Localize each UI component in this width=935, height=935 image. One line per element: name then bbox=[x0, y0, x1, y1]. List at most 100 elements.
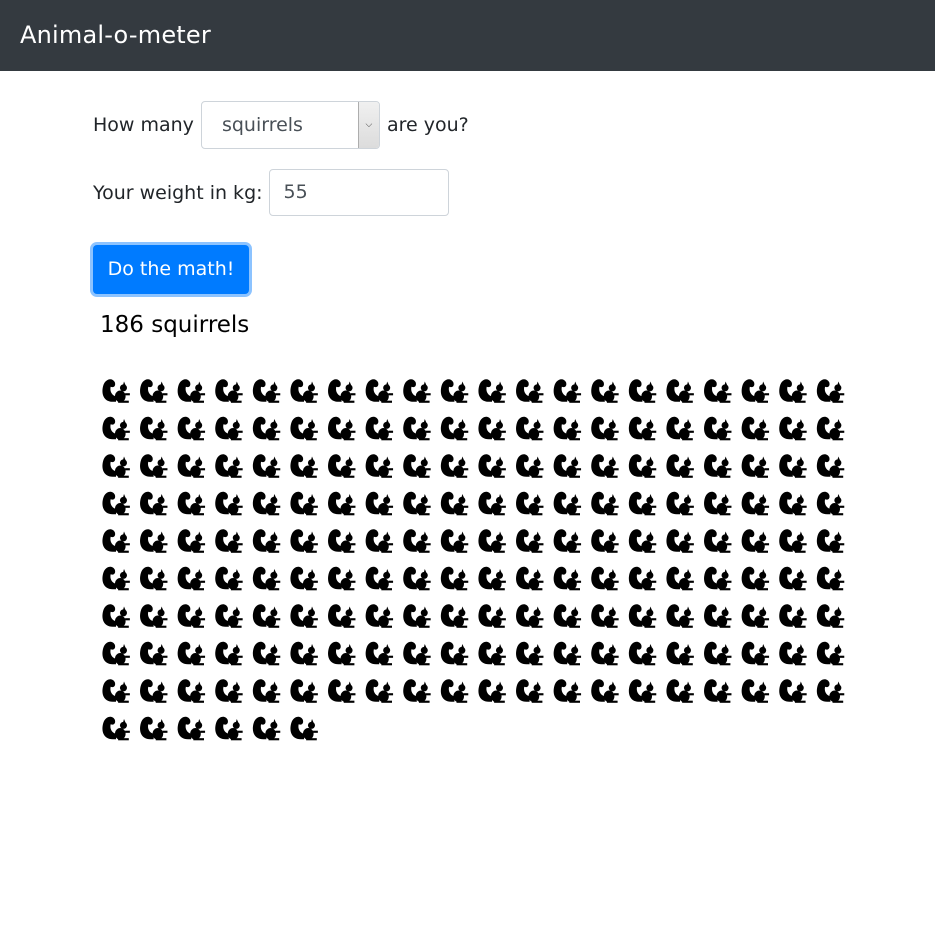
squirrel-icon bbox=[516, 604, 544, 628]
squirrel-icon bbox=[403, 641, 431, 666]
squirrel-icon bbox=[215, 716, 243, 741]
squirrel-icon bbox=[779, 679, 807, 703]
squirrel-icon bbox=[816, 454, 845, 478]
squirrel-icon bbox=[102, 716, 130, 741]
how-many-label: How many bbox=[93, 114, 194, 136]
squirrel-icon bbox=[290, 529, 318, 553]
squirrel-icon bbox=[741, 491, 770, 516]
squirrel-icon bbox=[328, 379, 356, 403]
squirrel-icon bbox=[591, 454, 619, 478]
squirrel-icon bbox=[704, 379, 732, 403]
squirrel-icon bbox=[704, 491, 732, 516]
squirrel-icon bbox=[816, 679, 845, 703]
squirrel-icon bbox=[140, 454, 168, 478]
squirrel-icon bbox=[365, 491, 394, 516]
squirrel-icon bbox=[516, 641, 544, 666]
do-the-math-button[interactable]: Do the math! bbox=[93, 245, 249, 294]
squirrel-grid bbox=[100, 374, 860, 754]
squirrel-icon bbox=[252, 604, 281, 628]
squirrel-icon bbox=[140, 491, 168, 516]
animal-select-value: squirrels bbox=[221, 114, 303, 136]
squirrel-icon bbox=[628, 566, 657, 591]
squirrel-icon bbox=[478, 491, 506, 516]
squirrel-icon bbox=[140, 379, 168, 403]
squirrel-icon bbox=[328, 604, 356, 628]
squirrel-icon bbox=[177, 679, 206, 703]
squirrel-icon bbox=[779, 491, 807, 516]
squirrel-icon bbox=[140, 641, 168, 666]
squirrel-icon bbox=[779, 604, 807, 628]
squirrel-icon bbox=[553, 491, 582, 516]
squirrel-icon bbox=[816, 566, 845, 591]
squirrel-icon bbox=[440, 454, 469, 478]
squirrel-icon bbox=[666, 454, 694, 478]
squirrel-icon bbox=[440, 529, 469, 553]
calculator-form: How many squirrels ⌵ are you? Your weigh… bbox=[93, 101, 469, 216]
squirrel-icon bbox=[328, 679, 356, 703]
squirrel-icon bbox=[252, 679, 281, 703]
squirrel-icon bbox=[704, 529, 732, 553]
squirrel-icon bbox=[666, 491, 694, 516]
chevron-down-icon[interactable]: ⌵ bbox=[357, 102, 379, 148]
squirrel-icon bbox=[440, 679, 469, 703]
squirrel-icon bbox=[215, 566, 243, 591]
squirrel-icon bbox=[252, 416, 281, 441]
squirrel-icon bbox=[741, 566, 770, 591]
squirrel-icon bbox=[328, 454, 356, 478]
result-text: 186 squirrels bbox=[100, 312, 250, 338]
squirrel-icon bbox=[403, 454, 431, 478]
squirrel-icon bbox=[628, 604, 657, 628]
squirrel-icon bbox=[290, 604, 318, 628]
squirrel-icon bbox=[666, 416, 694, 441]
squirrel-icon bbox=[553, 641, 582, 666]
squirrel-icon bbox=[440, 566, 469, 591]
squirrel-icon bbox=[177, 529, 206, 553]
squirrel-icon bbox=[741, 679, 770, 703]
squirrel-icon bbox=[591, 566, 619, 591]
weight-input[interactable]: 55 bbox=[268, 169, 449, 216]
squirrel-icon bbox=[252, 641, 281, 666]
squirrel-icon bbox=[140, 679, 168, 703]
squirrel-icon bbox=[478, 379, 506, 403]
squirrel-icon bbox=[779, 641, 807, 666]
squirrel-icon bbox=[177, 416, 206, 441]
squirrel-icon bbox=[365, 679, 394, 703]
squirrel-icon bbox=[365, 454, 394, 478]
squirrel-icon bbox=[816, 491, 845, 516]
squirrel-icon bbox=[290, 716, 318, 741]
squirrel-icon bbox=[365, 604, 394, 628]
navbar-brand[interactable]: Animal-o-meter bbox=[20, 21, 211, 49]
squirrel-icon bbox=[365, 379, 394, 403]
squirrel-icon bbox=[591, 529, 619, 553]
squirrel-icon bbox=[328, 529, 356, 553]
squirrel-icon bbox=[102, 416, 130, 441]
squirrel-icon bbox=[704, 416, 732, 441]
squirrel-icon bbox=[478, 416, 506, 441]
squirrel-icon bbox=[102, 604, 130, 628]
squirrel-icon bbox=[516, 529, 544, 553]
squirrel-icon bbox=[328, 566, 356, 591]
navbar: Animal-o-meter bbox=[0, 0, 935, 71]
squirrel-icon bbox=[478, 641, 506, 666]
squirrel-icon bbox=[704, 566, 732, 591]
squirrel-icon bbox=[328, 641, 356, 666]
squirrel-icon bbox=[478, 604, 506, 628]
squirrel-icon bbox=[140, 566, 168, 591]
squirrel-icon bbox=[252, 379, 281, 403]
squirrel-icon bbox=[102, 529, 130, 553]
squirrel-icon bbox=[666, 566, 694, 591]
squirrel-icon bbox=[779, 416, 807, 441]
squirrel-icon bbox=[628, 416, 657, 441]
squirrel-icon bbox=[516, 566, 544, 591]
squirrel-icon bbox=[741, 379, 770, 403]
squirrel-icon bbox=[177, 491, 206, 516]
squirrel-icon bbox=[252, 491, 281, 516]
squirrel-icon bbox=[440, 491, 469, 516]
squirrel-icon bbox=[403, 679, 431, 703]
squirrel-icon bbox=[779, 529, 807, 553]
squirrel-icon bbox=[365, 416, 394, 441]
animal-select[interactable]: squirrels ⌵ bbox=[200, 101, 380, 149]
squirrel-icon bbox=[816, 416, 845, 441]
squirrel-icon bbox=[177, 604, 206, 628]
squirrel-icon bbox=[102, 379, 130, 403]
